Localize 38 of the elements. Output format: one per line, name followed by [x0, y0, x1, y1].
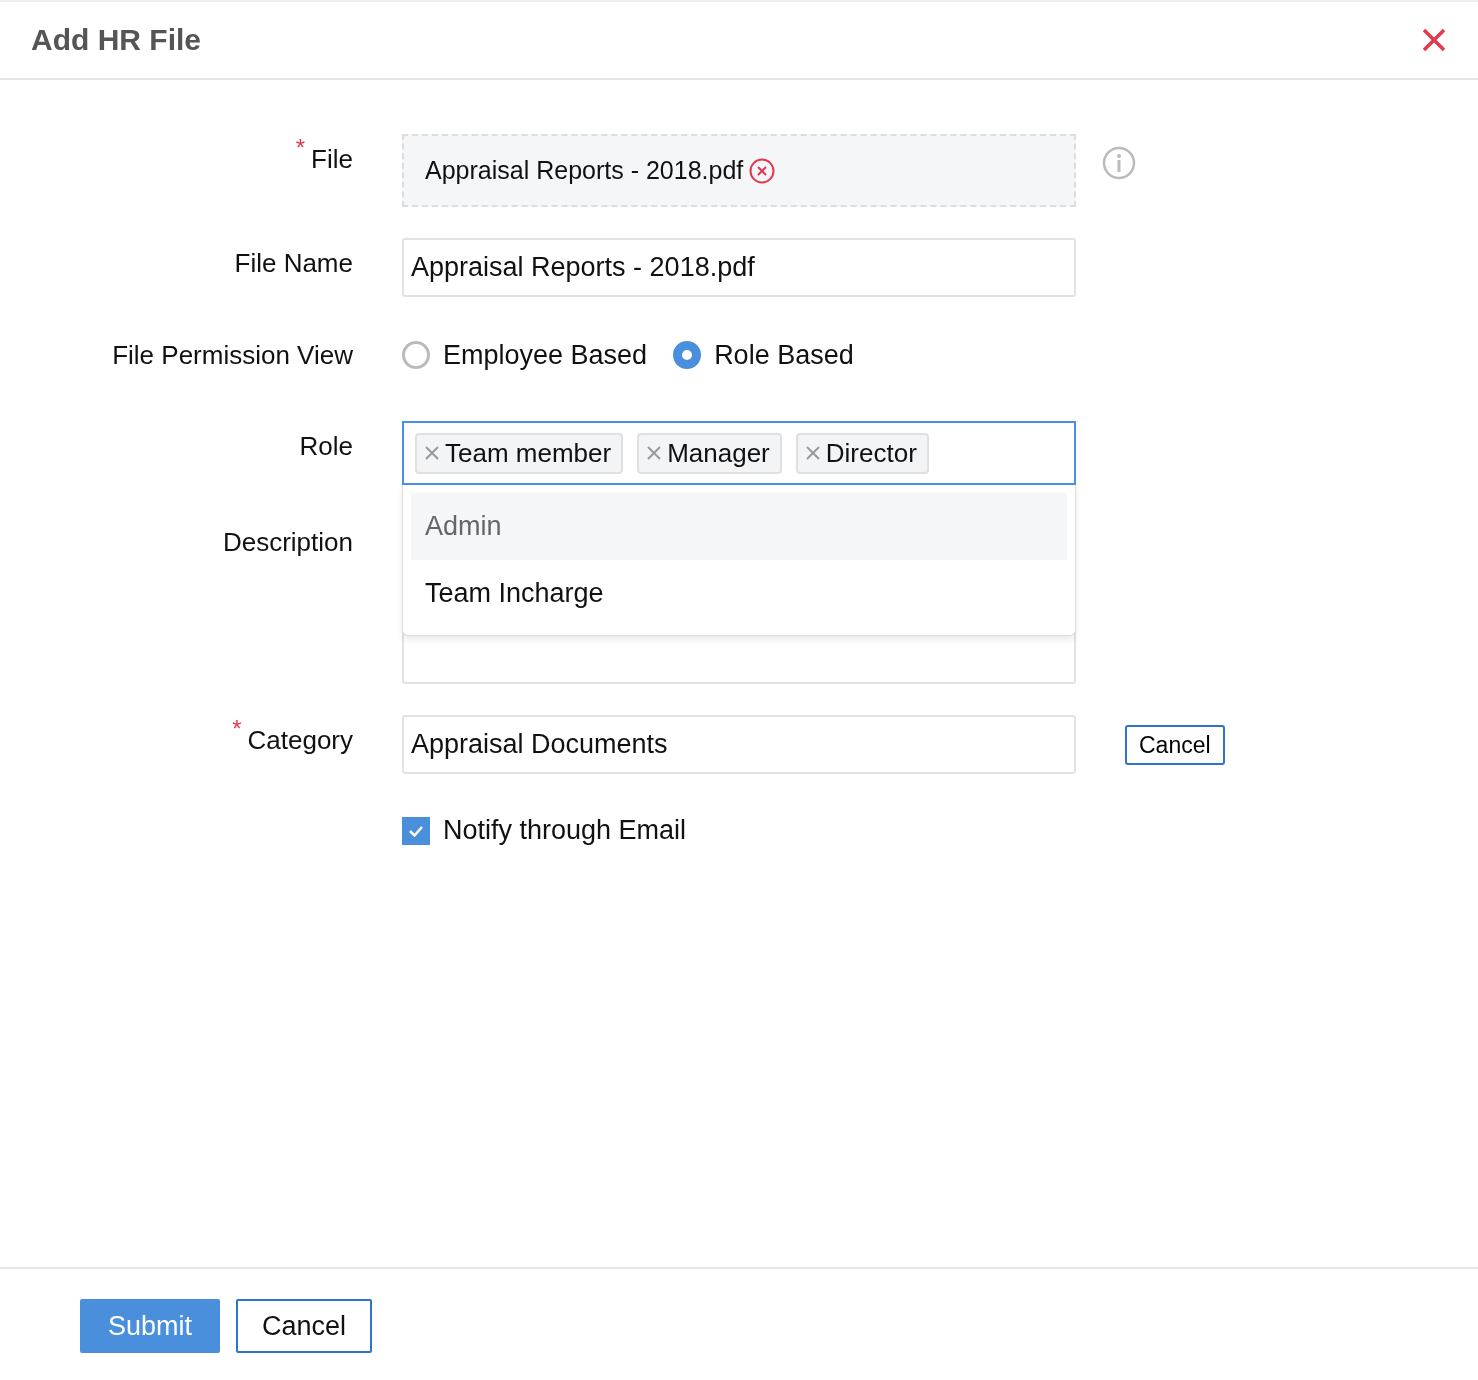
tag-label: Team member: [445, 437, 612, 469]
file-upload-box[interactable]: Appraisal Reports - 2018.pdf: [402, 134, 1076, 207]
remove-file-icon[interactable]: [749, 157, 776, 184]
required-asterisk: *: [295, 138, 306, 163]
text-field[interactable]: Appraisal Documents: [402, 715, 1076, 774]
radio-button[interactable]: [673, 341, 702, 369]
text-field[interactable]: Appraisal Reports - 2018.pdf: [402, 238, 1076, 297]
required-asterisk: *: [232, 719, 242, 744]
remove-icon[interactable]: [645, 444, 664, 462]
remove-icon[interactable]: [423, 444, 441, 462]
remove-icon[interactable]: [803, 444, 822, 462]
dropdown-option[interactable]: Admin: [411, 493, 1067, 560]
checkbox-option[interactable]: Notify through Email: [402, 815, 1076, 846]
radio-label: Role Based: [714, 339, 854, 371]
radio-button[interactable]: [402, 341, 430, 369]
field-label: File Name: [234, 248, 353, 278]
info-icon[interactable]: [1102, 146, 1136, 180]
dropdown-option[interactable]: Team Incharge: [411, 560, 1067, 627]
close-icon[interactable]: [1422, 28, 1446, 52]
cancel-button[interactable]: Cancel: [236, 1299, 373, 1353]
role-tag[interactable]: Manager: [637, 432, 782, 474]
field-label: File Permission View: [112, 340, 353, 370]
checkbox-label: Notify through Email: [443, 815, 687, 846]
file-name: Appraisal Reports - 2018.pdf: [425, 156, 744, 185]
dialog-title: Add HR File: [31, 23, 201, 57]
radio-label: Employee Based: [443, 339, 648, 371]
field-label: Description: [222, 527, 353, 557]
checkbox[interactable]: [402, 816, 430, 845]
field-label: Category: [247, 725, 353, 755]
role-tag[interactable]: Team member: [415, 432, 624, 474]
radio-option[interactable]: Role Based: [673, 339, 854, 371]
field-label: File: [311, 144, 353, 174]
field-label: Role: [299, 431, 353, 461]
cancel-button[interactable]: Cancel: [1125, 725, 1225, 765]
tag-label: Director: [825, 437, 917, 469]
role-tag[interactable]: Director: [795, 432, 929, 474]
radio-option[interactable]: Employee Based: [402, 339, 648, 371]
tag-label: Manager: [667, 437, 770, 469]
